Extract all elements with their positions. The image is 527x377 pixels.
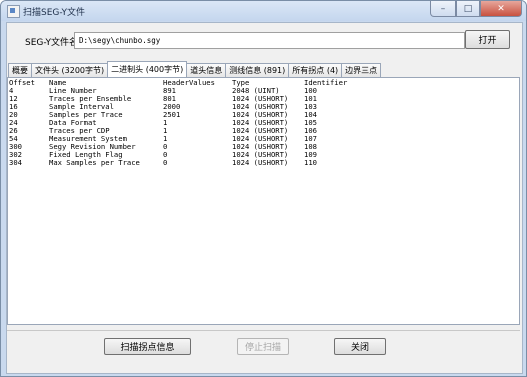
binary-header-panel[interactable]: Offset Name HeaderValues Type Identifier…: [7, 77, 520, 325]
window-title: 扫描SEG-Y文件: [23, 8, 86, 18]
tab-strip: 概要 文件头 (3200字节) 二进制头 (400字节) 道头信息 测线信息 (…: [8, 61, 382, 77]
tab-line-info[interactable]: 测线信息 (891): [225, 63, 290, 77]
cell-type: 1024 (USHORT): [232, 158, 289, 167]
close-button[interactable]: 关闭: [334, 338, 386, 355]
segy-file-input[interactable]: D:\segy\chunbo.sgy: [74, 32, 465, 49]
cell-value: 0: [163, 158, 168, 167]
app-icon: [7, 5, 20, 18]
segy-file-label: SEG-Y文件名:: [25, 38, 82, 48]
minimize-button[interactable]: –: [430, 1, 456, 17]
tab-trace-header[interactable]: 道头信息: [186, 63, 227, 77]
cell-identifier: 110: [304, 158, 317, 167]
scan-corners-button[interactable]: 扫描拐点信息: [104, 338, 191, 355]
tab-binary-header[interactable]: 二进制头 (400字节): [107, 61, 188, 77]
stop-scan-button[interactable]: 停止扫描: [237, 338, 289, 355]
client-area: SEG-Y文件名: D:\segy\chunbo.sgy 打开 概要 文件头 (…: [6, 22, 523, 374]
divider: [7, 330, 520, 331]
maximize-button[interactable]: □: [456, 1, 480, 17]
window-controls: – □ ✕: [430, 1, 522, 17]
tab-summary[interactable]: 概要: [8, 63, 32, 77]
tab-boundary-points[interactable]: 边界三点: [341, 63, 382, 77]
main-window: 扫描SEG-Y文件 – □ ✕ SEG-Y文件名: D:\segy\chunbo…: [0, 0, 527, 377]
close-window-button[interactable]: ✕: [480, 1, 522, 17]
open-button[interactable]: 打开: [465, 30, 510, 49]
tab-all-corners[interactable]: 所有拐点 (4): [288, 63, 343, 77]
cell-name: Max Samples per Trace: [49, 158, 140, 167]
title-bar[interactable]: 扫描SEG-Y文件 – □ ✕: [1, 1, 526, 21]
cell-offset: 304: [9, 158, 22, 167]
tab-file-header[interactable]: 文件头 (3200字节): [31, 63, 109, 77]
